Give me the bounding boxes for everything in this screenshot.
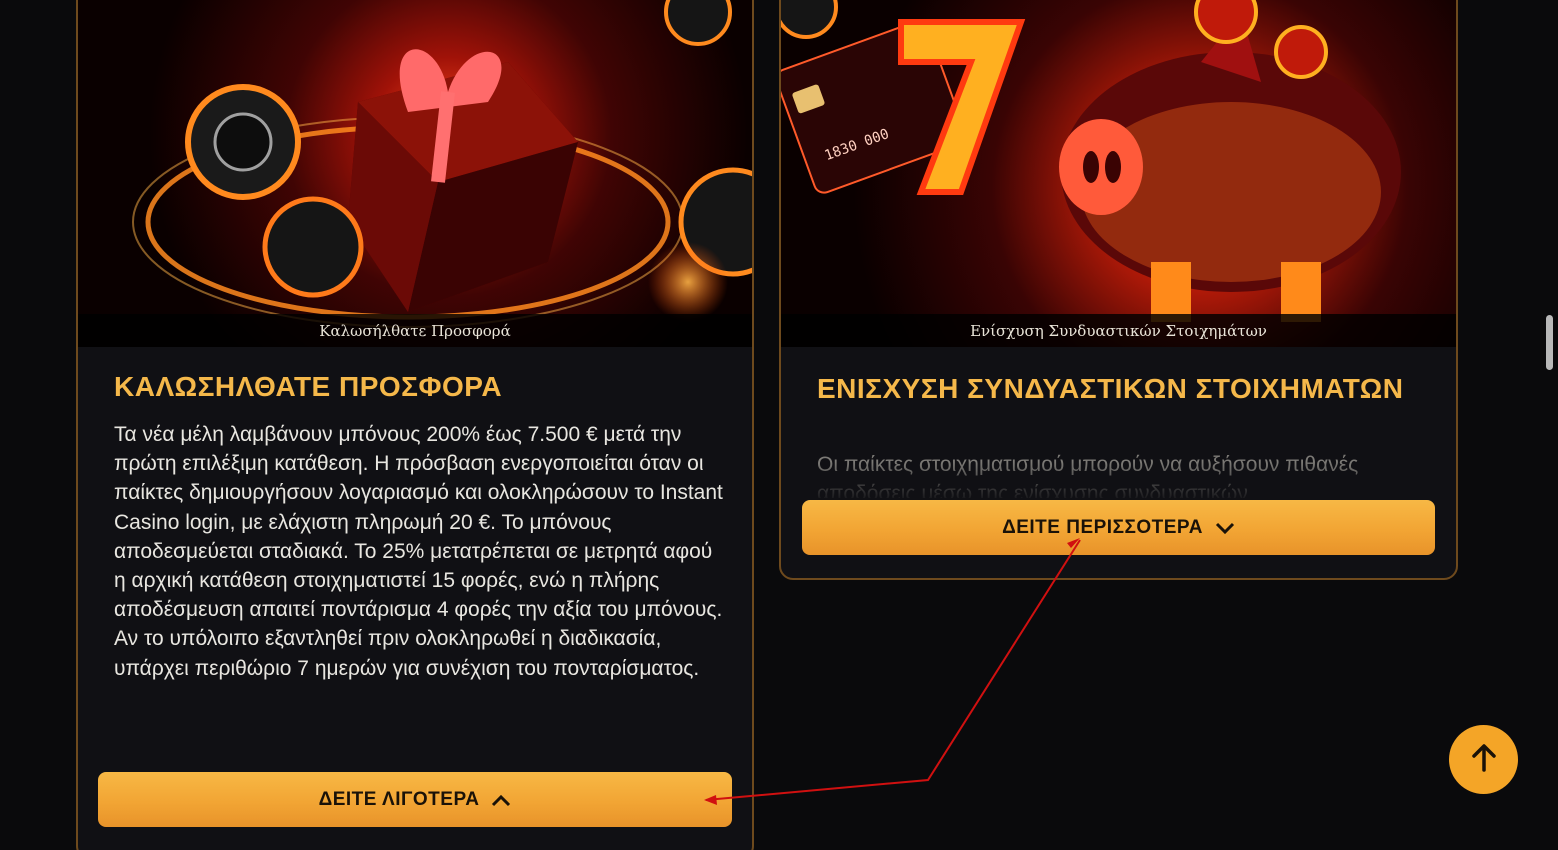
- chevron-down-icon: [1215, 521, 1235, 535]
- promo-image-piggy-bank: 1830 000 Ενίσχυση Συνδυαστικών Στοιχημάτ…: [781, 0, 1456, 347]
- chevron-up-icon: [491, 793, 511, 807]
- see-less-button[interactable]: ΔΕΙΤΕ ΛΙΓΟΤΕΡΑ: [98, 772, 732, 827]
- see-less-label: ΔΕΙΤΕ ΛΙΓΟΤΕΡΑ: [318, 788, 480, 810]
- promo-card-welcome: Καλωσήλθατε Προσφορά ΚΑΛΩΣΗΛΘΑΤΕ ΠΡΟΣΦΟΡ…: [76, 0, 754, 850]
- card-title: ΚΑΛΩΣΗΛΘΑΤΕ ΠΡΟΣΦΟΡΑ: [114, 371, 503, 402]
- gift-box-illustration: [132, 0, 752, 328]
- card-description: Τα νέα μέλη λαμβάνουν μπόνους 200% έως 7…: [114, 423, 723, 680]
- text-fade-overlay: [781, 462, 1456, 502]
- image-caption: Καλωσήλθατε Προσφορά: [78, 314, 752, 347]
- image-caption: Ενίσχυση Συνδυαστικών Στοιχημάτων: [781, 314, 1456, 347]
- page: Καλωσήλθατε Προσφορά ΚΑΛΩΣΗΛΘΑΤΕ ΠΡΟΣΦΟΡ…: [0, 0, 1558, 850]
- piggy-bank-illustration: 1830 000: [781, 0, 1401, 322]
- see-more-button[interactable]: ΔΕΙΤΕ ΠΕΡΙΣΣΟΤΕΡΑ: [802, 500, 1435, 555]
- see-more-label: ΔΕΙΤΕ ΠΕΡΙΣΣΟΤΕΡΑ: [1002, 516, 1203, 538]
- promo-card-acca-boost: 1830 000 Ενίσχυση Συνδυαστικών Στοιχημάτ…: [779, 0, 1458, 580]
- card-title: ΕΝΙΣΧΥΣΗ ΣΥΝΔΥΑΣΤΙΚΩΝ ΣΤΟΙΧΗΜΑΤΩΝ: [817, 373, 1404, 404]
- arrow-up-icon: [1470, 743, 1498, 777]
- promo-image-gift: Καλωσήλθατε Προσφορά: [78, 0, 752, 347]
- scroll-to-top-button[interactable]: [1449, 725, 1518, 794]
- scrollbar-thumb[interactable]: [1546, 315, 1553, 370]
